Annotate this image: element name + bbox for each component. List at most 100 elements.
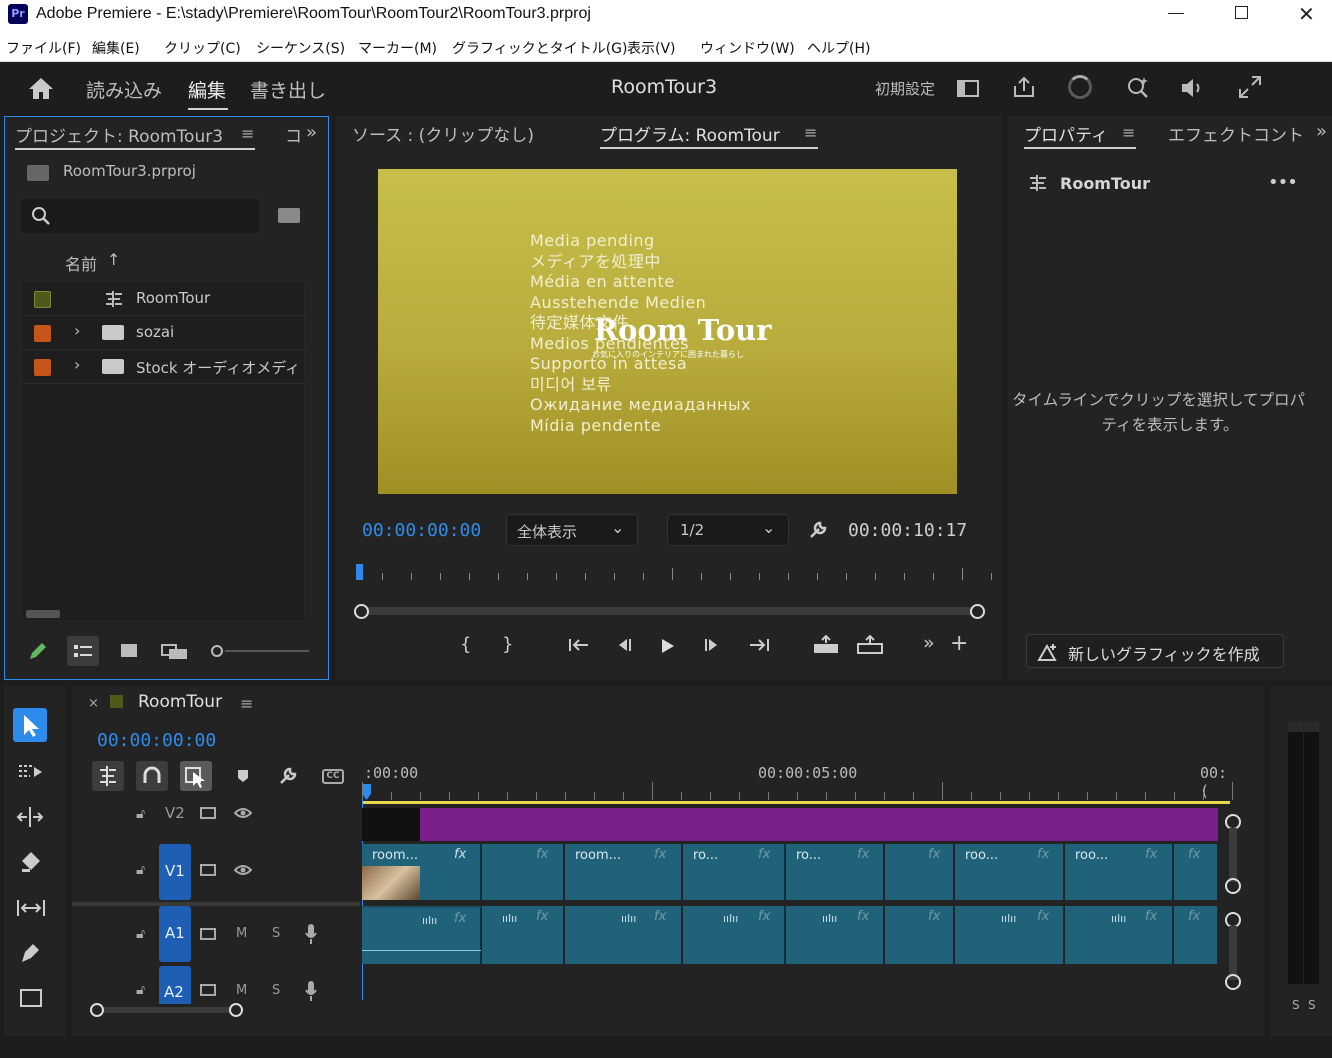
track-label-v2[interactable]: V2	[165, 804, 185, 822]
fx-badge[interactable]: fx	[758, 847, 770, 862]
video-clip[interactable]: ro... fx	[683, 844, 785, 900]
new-graphic-button[interactable]: 新しいグラフィックを作成	[1026, 634, 1284, 668]
list-item[interactable]: RoomTour	[22, 282, 306, 316]
solo-button[interactable]: S	[272, 926, 280, 941]
slip-tool-icon[interactable]	[16, 898, 46, 918]
scroll-handle-left[interactable]	[354, 604, 369, 619]
properties-menu-icon[interactable]: ≡	[1122, 123, 1135, 142]
playhead-marker[interactable]	[356, 564, 363, 580]
menu-file[interactable]: ファイル(F)	[6, 38, 81, 58]
sync-lock-icon[interactable]	[200, 864, 216, 876]
fx-badge[interactable]: fx	[1145, 909, 1157, 924]
audio-clip[interactable]: fx ıılıı	[565, 906, 682, 964]
menu-clip[interactable]: クリップ(C)	[164, 38, 241, 58]
menu-sequence[interactable]: シーケンス(S)	[256, 38, 345, 58]
fx-badge[interactable]: fx	[1188, 909, 1200, 924]
volume-icon[interactable]	[1180, 77, 1206, 99]
tab-source[interactable]: ソース : (クリップなし)	[352, 121, 534, 146]
mark-out-icon[interactable]: }	[502, 634, 513, 655]
sync-lock-icon[interactable]	[200, 928, 216, 940]
go-to-in-icon[interactable]	[568, 636, 590, 654]
home-icon[interactable]	[28, 76, 54, 100]
nest-sequence-icon[interactable]	[92, 761, 124, 791]
work-area-bar[interactable]	[362, 801, 1230, 804]
add-button-icon[interactable]: +	[950, 631, 968, 656]
voice-over-mic-icon[interactable]	[304, 980, 318, 1002]
ripple-edit-tool-icon[interactable]	[16, 806, 44, 828]
eye-icon[interactable]	[234, 807, 252, 819]
mark-in-icon[interactable]: {	[460, 634, 471, 655]
monitor-time-ruler[interactable]	[356, 562, 992, 584]
tab-program[interactable]: プログラム: RoomTour	[600, 121, 780, 146]
fx-badge[interactable]: fx	[1037, 909, 1049, 924]
sync-lock-icon[interactable]	[200, 984, 216, 996]
track-target-a2[interactable]: A2	[159, 966, 191, 1004]
video-clip[interactable]: fx	[885, 844, 954, 900]
track-target-a1[interactable]: A1	[159, 906, 191, 962]
zoom-slider[interactable]	[211, 644, 311, 658]
horizontal-scrollbar[interactable]	[26, 610, 60, 618]
timeline-timecode[interactable]: 00:00:00:00	[97, 730, 216, 751]
tab-sequence[interactable]: RoomTour	[138, 692, 222, 712]
selection-tool-icon[interactable]	[13, 708, 47, 742]
chevron-right-icon[interactable]: ›	[74, 355, 80, 374]
tab-project[interactable]: プロジェクト: RoomTour3	[15, 122, 223, 147]
snap-icon[interactable]	[136, 761, 168, 791]
menu-edit[interactable]: 編集(E)	[92, 38, 140, 58]
video-clip[interactable]: fx	[482, 844, 564, 900]
menu-view[interactable]: 表示(V)	[627, 38, 676, 58]
share-icon[interactable]	[1012, 75, 1036, 99]
workspace-layout-icon[interactable]	[957, 80, 979, 97]
close-icon[interactable]: ✕	[1298, 2, 1315, 26]
label-color-swatch[interactable]	[34, 325, 51, 342]
find-icon[interactable]	[278, 208, 300, 223]
audio-clip[interactable]: fx ıılıı	[1065, 906, 1173, 964]
freeform-view-icon[interactable]	[161, 644, 189, 660]
audio-clip[interactable]: fx	[1174, 906, 1218, 964]
video-clip[interactable]: roo... fx	[1065, 844, 1173, 900]
audio-clip[interactable]: fx ıılıı	[362, 906, 481, 964]
more-options-icon[interactable]: •••	[1268, 172, 1298, 193]
scroll-handle-mid[interactable]	[1225, 878, 1241, 894]
track-target-v1[interactable]: V1	[159, 844, 191, 900]
zoom-slider-handle[interactable]	[211, 645, 223, 657]
tab-export[interactable]: 書き出し	[250, 76, 326, 103]
program-viewer[interactable]: Media pending メディアを処理中 Média en attente …	[378, 169, 957, 494]
video-clip[interactable]: roo... fx	[955, 844, 1064, 900]
mute-button[interactable]: M	[236, 926, 247, 941]
extract-icon[interactable]	[856, 635, 884, 655]
icon-view-icon[interactable]	[121, 644, 137, 657]
fx-badge[interactable]: fx	[536, 847, 548, 862]
rectangle-tool-icon[interactable]	[20, 989, 42, 1007]
razor-tool-icon[interactable]	[19, 851, 41, 873]
menu-window[interactable]: ウィンドウ(W)	[700, 38, 795, 58]
tab-effect-controls[interactable]: エフェクトコント	[1168, 121, 1304, 146]
close-sequence-icon[interactable]: ×	[88, 696, 99, 711]
scroll-handle-left[interactable]	[90, 1003, 104, 1017]
playhead-marker[interactable]	[362, 784, 371, 800]
list-view-icon[interactable]	[67, 636, 99, 666]
more-controls-icon[interactable]: »	[923, 632, 935, 654]
current-timecode[interactable]: 00:00:00:00	[362, 520, 481, 541]
search-input[interactable]	[21, 199, 259, 233]
list-item[interactable]: › Stock オーディオメディ	[22, 350, 306, 384]
linked-selection-icon[interactable]	[180, 761, 212, 791]
more-tabs-icon[interactable]: »	[306, 122, 317, 143]
chevron-right-icon[interactable]: ›	[74, 321, 80, 340]
step-forward-icon[interactable]	[703, 637, 721, 653]
maximize-icon[interactable]	[1235, 6, 1248, 19]
scroll-handle-right[interactable]	[229, 1003, 243, 1017]
fullscreen-icon[interactable]	[1238, 75, 1262, 99]
play-icon[interactable]	[660, 637, 676, 655]
video-clip[interactable]: ro... fx	[786, 844, 884, 900]
sequence-menu-icon[interactable]: ≡	[240, 694, 253, 713]
sync-lock-icon[interactable]	[200, 807, 216, 819]
fx-badge[interactable]: fx	[1145, 847, 1157, 862]
project-panel-menu-icon[interactable]: ≡	[241, 124, 254, 143]
timeline-zoom-scroll[interactable]	[88, 1002, 248, 1018]
fx-badge[interactable]: fx	[758, 909, 770, 924]
fx-badge[interactable]: fx	[857, 847, 869, 862]
solo-button[interactable]: S	[272, 983, 280, 998]
label-color-swatch[interactable]	[34, 359, 51, 376]
meter-solo-left[interactable]: S	[1292, 998, 1300, 1012]
